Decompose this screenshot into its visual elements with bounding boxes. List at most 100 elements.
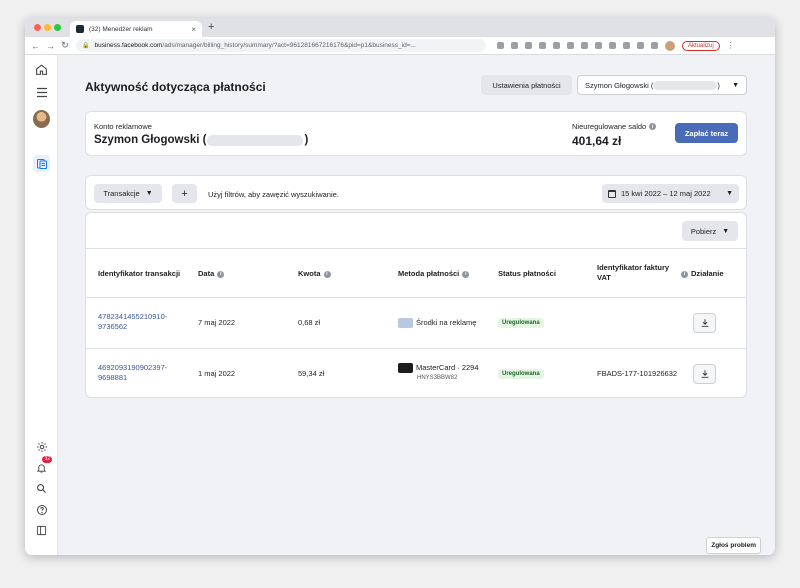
menu-icon[interactable]: [33, 84, 50, 101]
info-icon[interactable]: i: [681, 270, 688, 278]
payment-settings-button[interactable]: Ustawienia płatności: [481, 75, 572, 95]
search-icon[interactable]: [33, 480, 50, 497]
close-window-button[interactable]: [34, 24, 41, 31]
chevron-down-icon: ▼: [145, 190, 153, 197]
extension-icon[interactable]: [623, 42, 630, 49]
extension-icon[interactable]: [567, 42, 574, 49]
favicon-icon: [76, 25, 84, 33]
info-icon[interactable]: i: [649, 123, 657, 130]
address-bar: ← → ↻ 🔒 business.facebook.com /ads/manag…: [25, 37, 775, 55]
billing-icon[interactable]: [33, 155, 50, 172]
status-badge: Uregulowana: [498, 369, 544, 379]
column-header-date[interactable]: Data i: [198, 269, 225, 279]
update-button[interactable]: Aktualizuj: [682, 40, 720, 51]
payment-method-sub: HNYS3BBW82: [417, 375, 458, 382]
column-header-date-label: Data: [198, 269, 215, 278]
chevron-down-icon: ▼: [722, 227, 730, 235]
report-problem-button[interactable]: Zgłoś problem: [706, 537, 761, 554]
main-content: Aktywność dotycząca płatności Ustawienia…: [58, 55, 775, 555]
reload-icon[interactable]: ↻: [61, 40, 69, 51]
account-select[interactable]: Szymon Głogowski ( ) ▼: [577, 75, 747, 95]
profile-avatar[interactable]: [665, 40, 675, 51]
browser-tab[interactable]: (32) Menedżer reklam ×: [70, 21, 202, 37]
column-header-vat[interactable]: Identyfikator faktury VAT: [597, 263, 679, 283]
filter-hint: Użyj filtrów, aby zawęzić wyszukiwanie.: [208, 190, 339, 199]
download-receipt-button[interactable]: [693, 364, 716, 384]
table-row: 4782341455210910- 9736562 7 maj 2022 0,6…: [86, 298, 746, 349]
redacted-account-id: [207, 134, 304, 146]
transaction-id-link[interactable]: 4782341455210910- 9736562: [98, 312, 167, 332]
download-receipt-button[interactable]: [693, 313, 716, 333]
transaction-id-link[interactable]: 4692093190902397- 9698881: [98, 363, 167, 383]
info-icon[interactable]: i: [323, 270, 331, 278]
extension-icon[interactable]: [609, 42, 616, 49]
extension-icon[interactable]: [553, 42, 560, 49]
table-header: Identyfikator transakcji Data i Kwota i Me…: [86, 248, 746, 298]
column-header-id-label: Identyfikator transakcji: [98, 269, 181, 278]
user-avatar[interactable]: [33, 109, 50, 128]
extension-icon[interactable]: [511, 42, 518, 49]
forward-icon[interactable]: →: [46, 41, 55, 51]
panel-toggle-icon[interactable]: [33, 522, 50, 539]
transaction-id-line2: 9736562: [98, 322, 128, 331]
vat-invoice-id: FBADS-177-101926632: [597, 369, 678, 378]
maximize-window-button[interactable]: [54, 24, 61, 31]
download-icon: [701, 370, 708, 378]
column-header-method[interactable]: Metoda płatności i: [398, 269, 470, 279]
info-icon[interactable]: i: [462, 270, 470, 278]
url-path: /ads/manager/billing_history/summary/?ac…: [162, 42, 416, 49]
home-icon[interactable]: [33, 61, 50, 78]
pay-now-button[interactable]: Zapłać teraz: [675, 123, 738, 143]
extensions-puzzle-icon[interactable]: [651, 42, 658, 49]
extension-icon[interactable]: [581, 42, 588, 49]
tab-title: (32) Menedżer reklam: [89, 25, 153, 33]
url-host: business.facebook.com: [94, 42, 163, 49]
column-header-amount[interactable]: Kwota i: [298, 269, 331, 279]
transactions-table: Pobierz ▼ Identyfikator transakcji Data i…: [85, 212, 747, 398]
transactions-dropdown[interactable]: Transakcje ▼: [94, 184, 162, 203]
column-header-method-label: Metoda płatności: [398, 269, 460, 278]
tab-bar: (32) Menedżer reklam × +: [25, 18, 775, 37]
download-dropdown[interactable]: Pobierz ▼: [682, 221, 738, 241]
transaction-amount: 59,34 zł: [298, 369, 325, 378]
date-range-picker[interactable]: 15 kwi 2022 – 12 maj 2022 ▼: [602, 184, 739, 203]
settings-gear-icon[interactable]: [33, 438, 50, 455]
calendar-icon: [608, 189, 616, 198]
browser-window: (32) Menedżer reklam × + ← → ↻ 🔒 busines…: [25, 18, 775, 555]
minimize-window-button[interactable]: [44, 24, 51, 31]
url-input[interactable]: 🔒 business.facebook.com /ads/manager/bil…: [76, 39, 486, 52]
extension-icon[interactable]: [497, 42, 504, 49]
column-header-amount-label: Kwota: [298, 269, 321, 278]
extension-icon[interactable]: [525, 42, 532, 49]
column-header-id[interactable]: Identyfikator transakcji: [98, 269, 180, 279]
column-header-vat-label: Identyfikator faktury VAT: [597, 263, 670, 282]
column-header-status[interactable]: Status płatności: [498, 269, 556, 279]
column-header-status-label: Status płatności: [498, 269, 556, 278]
ad-account-name-text: Szymon Głogowski (: [94, 134, 207, 146]
balance-label: Nieuregulowane saldo i: [572, 122, 657, 131]
filter-bar: Transakcje ▼ + Użyj filtrów, aby zawęzić…: [85, 175, 747, 210]
ad-account-label: Konto reklamowe: [94, 122, 152, 131]
chevron-down-icon: ▼: [732, 81, 739, 89]
transaction-id-line1: 4692093190902397-: [98, 363, 168, 372]
transaction-id-line1: 4782341455210910-: [98, 312, 168, 321]
transaction-id-line2: 9698881: [98, 373, 128, 382]
info-icon[interactable]: i: [217, 270, 225, 278]
redacted-account-id: [653, 80, 718, 90]
extension-icon[interactable]: [595, 42, 602, 49]
table-row: 4692093190902397- 9698881 1 maj 2022 59,…: [86, 349, 746, 400]
account-select-label: Szymon Głogowski (: [585, 80, 654, 90]
add-filter-button[interactable]: +: [172, 184, 197, 203]
download-label: Pobierz: [690, 226, 717, 236]
back-icon[interactable]: ←: [31, 41, 40, 51]
help-icon[interactable]: [33, 501, 50, 518]
notifications-bell-icon[interactable]: 32: [33, 456, 52, 476]
tab-close-icon[interactable]: ×: [191, 25, 196, 34]
extension-icon[interactable]: [539, 42, 546, 49]
column-header-action-label: Działanie: [691, 269, 724, 278]
menu-kebab-icon[interactable]: ⋮: [727, 41, 735, 50]
notifications-badge: 32: [42, 456, 52, 463]
transaction-amount: 0,68 zł: [298, 318, 321, 327]
new-tab-button[interactable]: +: [208, 21, 214, 33]
extension-icon[interactable]: [637, 42, 644, 49]
